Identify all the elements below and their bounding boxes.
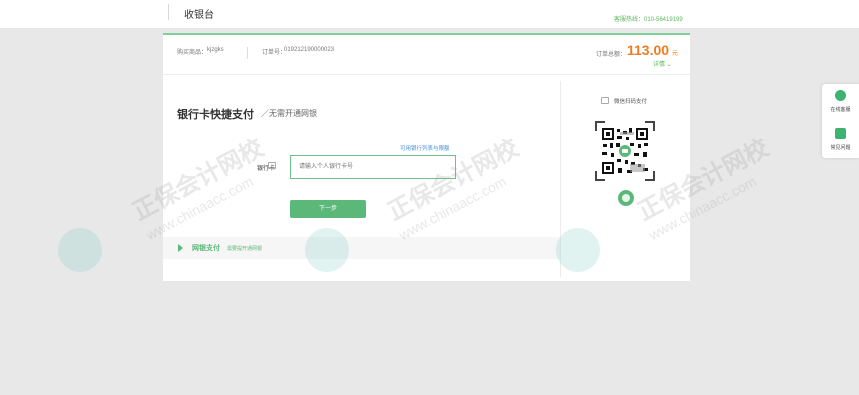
qr-code (600, 126, 650, 176)
total-label: 订单总额： (596, 52, 627, 58)
bank-card-icon (268, 162, 276, 169)
chat-bubble-icon (835, 128, 846, 139)
currency-unit: 元 (672, 51, 679, 57)
next-button[interactable]: 下一步 (290, 200, 366, 218)
merchant-value: kjzgks (207, 47, 224, 53)
faq-button[interactable]: 常见问题 (822, 122, 859, 158)
expand-arrow-icon (178, 244, 183, 252)
order-summary: 购买商品： kjzgks 订单号： 019212190000023 订单总额： … (163, 35, 690, 75)
order-number-value: 019212190000023 (284, 47, 335, 53)
bank-card-pay-section: 银行卡快捷支付 ／无需开通网银 可用银行列表与限额 银行卡 下一步 网银支付 需… (163, 75, 560, 281)
wechat-pay-section: 微信扫码支付 (561, 75, 690, 281)
online-service-label: 在线客服 (830, 107, 851, 113)
top-bar: 收银台 客服热线：010-56419199 (0, 0, 859, 28)
card-number-input[interactable] (290, 155, 456, 179)
scan-icon (601, 97, 609, 104)
order-divider (247, 47, 248, 59)
merchant-label: 购买商品： (177, 50, 208, 56)
supported-banks-link[interactable]: 可用银行列表与限额 (400, 144, 450, 152)
bank-pay-title: 银行卡快捷支付 (177, 109, 254, 121)
netbank-label: 网银支付 (192, 245, 220, 252)
order-number-label: 订单号： (262, 50, 287, 56)
netbank-note: 需要提开通网银 (227, 246, 263, 252)
side-help-widget: 在线客服 常见问题 (822, 84, 859, 158)
total-amount: 113.00 (627, 42, 670, 58)
netbank-pay-row[interactable]: 网银支付 需要提开通网银 (163, 237, 560, 259)
wechat-logo-icon (618, 190, 634, 206)
header-divider (168, 4, 169, 20)
bank-pay-subtitle: ／无需开通网银 (261, 109, 317, 118)
online-service-button[interactable]: 在线客服 (822, 84, 859, 120)
watermark-logo (58, 228, 102, 272)
page-title: 收银台 (184, 10, 214, 21)
faq-label: 常见问题 (830, 145, 851, 151)
payment-card: 购买商品： kjzgks 订单号： 019212190000023 订单总额： … (163, 33, 690, 281)
service-hotline: 客服热线：010-56419199 (614, 17, 683, 23)
order-detail-link[interactable]: 详情 ⌄ (653, 59, 672, 68)
customer-service-icon (835, 90, 846, 101)
wechat-pay-label: 微信扫码支付 (614, 99, 648, 105)
qr-code-frame (595, 121, 655, 181)
